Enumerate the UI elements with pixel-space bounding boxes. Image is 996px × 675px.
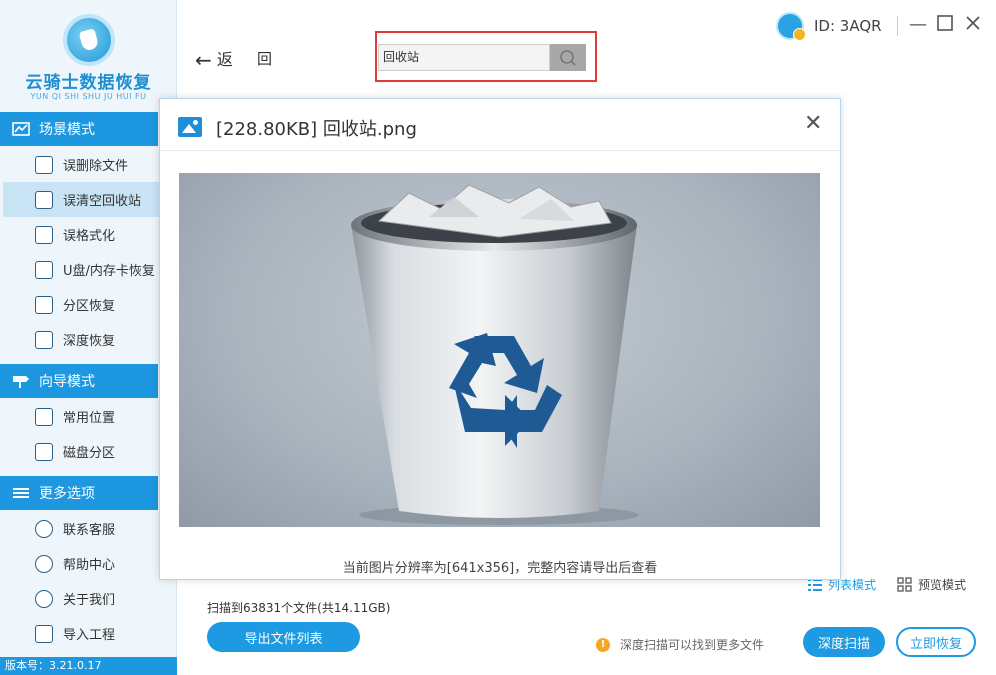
recycle-bin-icon	[35, 190, 53, 209]
sidebar-item-label: 深度恢复	[63, 334, 116, 349]
partition-icon	[35, 295, 53, 314]
arrow-left-icon: ←	[195, 48, 212, 72]
image-preview	[179, 173, 820, 527]
preview-dialog: [228.80KB] 回收站.png ✕ 当前图片分辨率为[641x356]，完…	[159, 98, 841, 580]
back-label-2[interactable]: 回	[257, 48, 272, 69]
recover-now-button[interactable]: 立即恢复	[896, 627, 976, 657]
deleted-file-icon	[35, 155, 53, 174]
section-label: 更多选项	[39, 486, 95, 502]
preview-mode-toggle[interactable]: 预览模式	[897, 576, 966, 593]
import-icon	[35, 624, 53, 643]
section-scene-mode[interactable]: 场景模式	[0, 112, 158, 146]
help-icon	[35, 554, 53, 573]
sidebar-item-label: 常用位置	[63, 411, 116, 426]
section-more-options[interactable]: 更多选项	[0, 476, 158, 510]
logo-subtitle: YUN QI SHI SHU JU HUI FU	[30, 92, 147, 101]
grid-icon	[897, 577, 912, 592]
deep-recover-icon	[35, 330, 53, 349]
sidebar-item-label: 误删除文件	[63, 159, 129, 174]
menu-icon	[12, 486, 30, 500]
section-label: 向导模式	[39, 374, 95, 390]
dialog-header: [228.80KB] 回收站.png ✕	[160, 99, 840, 151]
search-input[interactable]: 回收站	[378, 44, 550, 71]
section-wizard-mode[interactable]: 向导模式	[0, 364, 158, 398]
sidebar-item-format[interactable]: 误格式化	[0, 217, 158, 252]
sidebar: 云骑士数据恢复 YUN QI SHI SHU JU HUI FU 场景模式 误删…	[0, 0, 177, 675]
sidebar-item-label: 联系客服	[63, 523, 116, 538]
close-icon[interactable]: ✕	[804, 111, 822, 136]
warning-icon: !	[596, 637, 610, 652]
section-label: 场景模式	[39, 122, 95, 138]
sidebar-item-partition[interactable]: 分区恢复	[0, 287, 158, 322]
minimize-icon[interactable]: —	[909, 14, 927, 35]
app-logo: 云骑士数据恢复 YUN QI SHI SHU JU HUI FU	[0, 0, 177, 108]
sidebar-item-import-project[interactable]: 导入工程	[0, 616, 158, 651]
sidebar-item-help-center[interactable]: 帮助中心	[0, 546, 158, 581]
info-icon	[35, 589, 53, 608]
back-label: 返	[216, 50, 233, 69]
sidebar-item-deleted-files[interactable]: 误删除文件	[0, 147, 158, 182]
sidebar-item-common-locations[interactable]: 常用位置	[0, 399, 158, 434]
sidebar-item-about-us[interactable]: 关于我们	[0, 581, 158, 616]
sidebar-item-label: 导入工程	[63, 628, 116, 643]
sidebar-item-contact-support[interactable]: 联系客服	[0, 511, 158, 546]
sidebar-item-disk-partition[interactable]: 磁盘分区	[0, 434, 158, 469]
resolution-caption: 当前图片分辨率为[641x356]，完整内容请导出后查看	[342, 561, 658, 576]
search-icon	[560, 49, 576, 66]
user-avatar-icon	[776, 12, 806, 41]
scan-summary: 扫描到63831个文件(共14.11GB)	[207, 601, 391, 615]
logo-icon	[63, 14, 115, 66]
maximize-icon[interactable]	[937, 15, 953, 36]
sidebar-item-label: 磁盘分区	[63, 446, 116, 461]
dialog-title: [228.80KB] 回收站.png	[216, 119, 417, 140]
tip-label: 深度扫描可以找到更多文件	[620, 638, 765, 652]
divider	[897, 16, 898, 36]
back-button[interactable]: ← 返	[195, 46, 233, 72]
close-window-icon[interactable]	[965, 15, 981, 36]
export-list-button[interactable]: 导出文件列表	[207, 622, 360, 652]
usb-card-icon	[35, 260, 53, 279]
sidebar-item-recycle-bin[interactable]: 误清空回收站	[3, 182, 161, 217]
version-label: 版本号：3.21.0.17	[0, 657, 177, 675]
image-file-icon	[178, 117, 202, 137]
recycle-bin-image	[351, 184, 639, 525]
scene-mode-icon	[12, 122, 30, 136]
sidebar-item-label: U盘/内存卡恢复	[63, 264, 155, 279]
sidebar-item-deep-recover[interactable]: 深度恢复	[0, 322, 158, 357]
phone-icon	[35, 519, 53, 538]
search-button[interactable]	[550, 44, 586, 71]
sidebar-item-usb-card[interactable]: U盘/内存卡恢复	[0, 252, 158, 287]
sidebar-item-label: 分区恢复	[63, 299, 116, 314]
windows-icon	[35, 407, 53, 426]
user-id: ID: 3AQR	[814, 17, 882, 35]
user-account[interactable]: ID: 3AQR	[776, 12, 882, 41]
sidebar-item-label: 误清空回收站	[63, 194, 142, 209]
sidebar-item-label: 误格式化	[63, 229, 116, 244]
logo-title: 云骑士数据恢复	[25, 73, 152, 93]
preview-mode-label: 预览模式	[918, 578, 967, 592]
deep-scan-tip: ! 深度扫描可以找到更多文件	[596, 636, 764, 653]
format-disk-icon	[35, 225, 53, 244]
sidebar-item-label: 帮助中心	[63, 558, 116, 573]
disk-partition-icon	[35, 442, 53, 461]
signpost-icon	[12, 374, 30, 388]
sidebar-item-label: 关于我们	[63, 593, 116, 608]
deep-scan-button[interactable]: 深度扫描	[803, 627, 885, 657]
